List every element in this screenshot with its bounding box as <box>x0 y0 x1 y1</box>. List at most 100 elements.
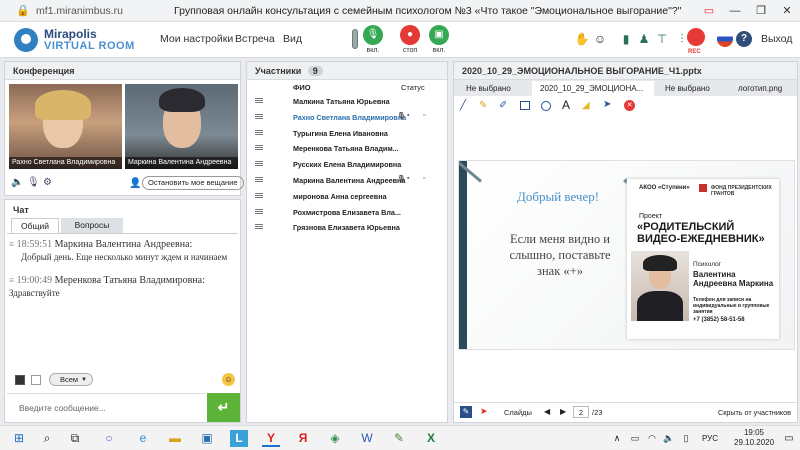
prev-slide-icon[interactable]: ◀ <box>544 407 550 416</box>
address-bar[interactable]: mf1.miranimbus.ru <box>36 5 174 17</box>
tab-questions[interactable]: Вопросы <box>61 218 123 233</box>
exit-button[interactable]: Выход <box>761 33 792 45</box>
rectangle-tool-icon[interactable] <box>520 101 530 110</box>
network-icon[interactable]: ⊤ <box>654 31 670 47</box>
drag-handle-icon[interactable] <box>255 224 263 230</box>
text-tool-icon[interactable]: A <box>562 98 570 112</box>
menu-settings[interactable]: Мои настройки <box>160 33 233 45</box>
participant-row[interactable]: Грязнова Елизавета Юрьевна <box>247 220 447 235</box>
participant-row[interactable]: Турыгина Елена Ивановна <box>247 126 447 141</box>
paint-icon[interactable]: ✎ <box>390 430 408 447</box>
marker-icon[interactable]: ✎ <box>479 100 487 111</box>
drag-handle-icon[interactable] <box>255 98 263 103</box>
flag-icon[interactable]: ▫ <box>423 112 425 119</box>
notifications-icon[interactable]: ▭ <box>780 430 798 447</box>
restore-icon[interactable]: ❐ <box>748 4 774 17</box>
edge-icon[interactable]: e <box>134 430 152 447</box>
menu-view[interactable]: Вид <box>283 33 302 45</box>
bookmark-icon[interactable]: ▭ <box>696 4 722 17</box>
participant-row[interactable]: Русских Елена Владимировна <box>247 157 447 172</box>
participant-row[interactable]: Меренкова Татьяна Владим... <box>247 141 447 156</box>
close-icon[interactable]: ✕ <box>774 4 800 17</box>
drag-handle-icon[interactable] <box>255 161 263 167</box>
mic-icon[interactable]: 🎙 <box>397 112 406 120</box>
people-icon[interactable]: ♟ <box>636 31 652 47</box>
battery-icon[interactable]: ▯ <box>677 430 695 447</box>
participant-row[interactable]: миронова Анна сергеевна <box>247 189 447 204</box>
ellipse-tool-icon[interactable] <box>541 101 551 111</box>
stop-button[interactable]: ● стоп <box>398 25 422 54</box>
help-icon[interactable]: ? <box>736 31 752 47</box>
camera-icon[interactable]: ▪ <box>407 175 409 182</box>
mic-toggle[interactable]: 🎙 вкл. <box>361 25 385 54</box>
yandex-browser-icon[interactable]: Y <box>262 430 280 447</box>
tab-presentation[interactable]: 2020_10_29_ЭМОЦИОНА... <box>532 81 654 96</box>
video-tile[interactable]: Рахно Светлана Владимировна <box>9 84 122 169</box>
app-l-icon[interactable]: L <box>230 430 248 447</box>
video-tile[interactable]: Маркина Валентина Андреевна <box>125 84 238 169</box>
mic-icon[interactable]: 🎙 <box>397 175 406 183</box>
pen-icon[interactable]: ╱ <box>460 100 466 111</box>
hide-from-participants-button[interactable]: Скрыть от участников <box>718 408 791 417</box>
explorer-icon[interactable]: ▬ <box>166 430 184 447</box>
search-icon[interactable]: ⌕ <box>38 430 56 447</box>
language-indicator[interactable]: РУС <box>702 434 718 443</box>
drag-handle-icon[interactable] <box>255 192 263 198</box>
camera-toggle[interactable]: ▣ вкл. <box>427 25 451 54</box>
record-button[interactable] <box>687 28 705 46</box>
stop-broadcast-button[interactable]: Остановить мое вещание <box>142 176 244 190</box>
pointer-icon[interactable]: ➤ <box>603 99 611 110</box>
tab-logo[interactable]: логотип.png <box>732 81 796 96</box>
participant-row[interactable]: Рохмистрова Елизавета Вла... <box>247 205 447 220</box>
speaker-icon[interactable]: 🔈 <box>11 177 23 188</box>
mic-status-icon[interactable]: 🎙 <box>27 177 40 188</box>
pointer-tool-icon[interactable]: ➤ <box>480 406 488 417</box>
flag-icon[interactable]: ▫ <box>423 175 425 182</box>
drag-handle-icon[interactable] <box>255 129 263 135</box>
minimize-icon[interactable]: — <box>722 5 748 17</box>
menu-meeting[interactable]: Встреча <box>235 33 275 45</box>
volume-icon[interactable]: 🔈 <box>660 430 678 447</box>
yandex-icon[interactable]: Я <box>294 430 312 447</box>
network-icon[interactable]: ▭ <box>626 430 644 447</box>
highlighter-icon[interactable]: ✐ <box>499 100 507 111</box>
message-input[interactable]: Введите сообщение... <box>7 393 205 421</box>
recipient-select[interactable]: Всем ▼ <box>49 373 93 386</box>
app-icon[interactable]: ◈ <box>326 430 344 447</box>
word-icon[interactable]: W <box>358 430 376 447</box>
drag-handle-icon[interactable] <box>255 177 263 182</box>
language-flag-icon[interactable] <box>717 31 733 47</box>
drag-handle-icon[interactable] <box>255 208 263 214</box>
wifi-icon[interactable]: ◠ <box>643 430 661 447</box>
next-slide-icon[interactable]: ▶ <box>560 407 566 416</box>
tab-unselected[interactable]: Не выбрано <box>657 81 729 96</box>
participant-row[interactable]: Малкина Татьяна Юрьевна <box>247 94 447 109</box>
participant-row[interactable]: Рахно Светлана Владимировна 🎙 ▪ ▫ <box>247 110 447 125</box>
volume-slider[interactable] <box>352 29 358 49</box>
excel-icon[interactable]: X <box>422 430 440 447</box>
camera-icon[interactable]: ▪ <box>407 112 409 119</box>
fill-icon[interactable]: ◢ <box>582 100 590 111</box>
color-picker[interactable] <box>15 375 25 385</box>
settings-icon[interactable]: ⚙ <box>43 177 52 188</box>
stats-icon[interactable]: ▮ <box>618 31 634 47</box>
emoji-icon[interactable]: ☺ <box>592 31 608 47</box>
raise-hand-icon[interactable]: ✋ <box>574 31 590 47</box>
participant-row[interactable]: Маркина Валентина Андреевна 🎙 ▪ ▫ <box>247 173 447 188</box>
drag-handle-icon[interactable] <box>255 145 263 151</box>
tray-chevron-icon[interactable]: ∧ <box>608 430 626 447</box>
start-icon[interactable]: ⊞ <box>10 430 28 447</box>
tab-unselected[interactable]: Не выбрано <box>458 81 530 96</box>
send-button[interactable]: ↵ <box>207 393 240 422</box>
store-icon[interactable]: ▣ <box>198 430 216 447</box>
emoji-picker-icon[interactable]: ☺ <box>222 373 235 386</box>
background-picker[interactable] <box>31 375 41 385</box>
alice-icon[interactable]: ○ <box>100 430 118 447</box>
draw-tool-icon[interactable]: ✎ <box>460 406 472 418</box>
drag-handle-icon[interactable] <box>255 113 263 119</box>
clock[interactable]: 19:05 29.10.2020 <box>734 428 774 448</box>
task-view-icon[interactable]: ⧉ <box>66 430 84 447</box>
page-input[interactable]: 2 <box>573 406 589 418</box>
clear-icon[interactable]: ✕ <box>624 100 635 111</box>
tab-general[interactable]: Общий <box>11 218 59 233</box>
